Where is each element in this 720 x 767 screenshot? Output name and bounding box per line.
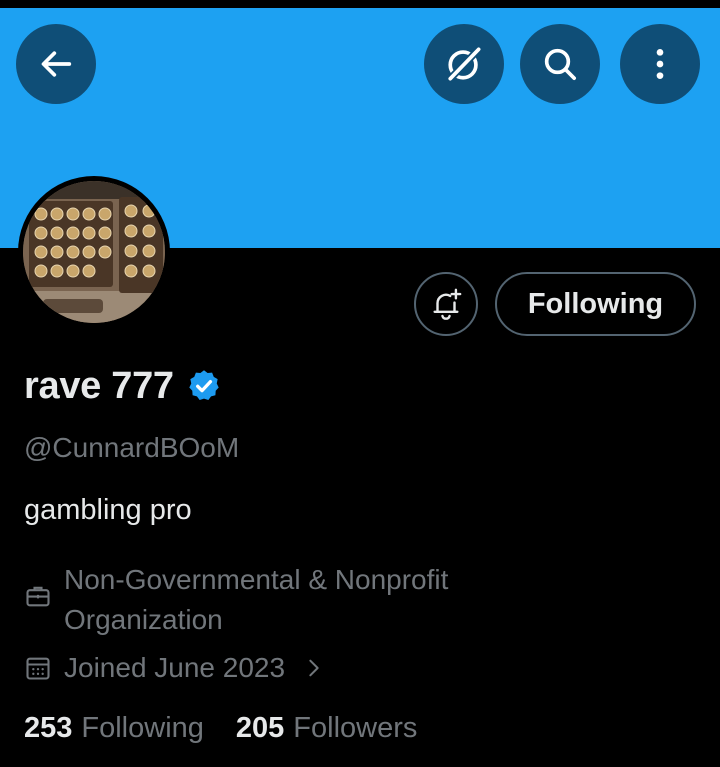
more-button[interactable] bbox=[620, 24, 700, 104]
following-count: 253 bbox=[24, 712, 73, 744]
verified-badge-icon[interactable] bbox=[186, 368, 222, 404]
profile-joined[interactable]: Joined June 2023 bbox=[24, 648, 325, 688]
bell-plus-icon bbox=[433, 288, 462, 320]
more-vertical-icon bbox=[656, 49, 664, 79]
following-count-label: Following bbox=[81, 712, 204, 744]
avatar-image bbox=[23, 181, 165, 323]
following-button[interactable]: Following bbox=[495, 272, 696, 336]
notifications-button[interactable] bbox=[414, 272, 478, 336]
back-button[interactable] bbox=[16, 24, 96, 104]
user-handle: @CunnardBOoM bbox=[24, 432, 240, 463]
followers-count-label: Followers bbox=[293, 712, 418, 744]
arrow-left-icon bbox=[41, 51, 72, 77]
category-text: Non-Governmental & Nonprofit Organizatio… bbox=[64, 564, 449, 635]
display-name-row: rave 777 bbox=[24, 362, 222, 410]
profile-bio: gambling pro bbox=[24, 494, 192, 526]
display-name: rave 777 bbox=[24, 364, 174, 407]
followers-count-link[interactable]: 205 Followers bbox=[236, 712, 417, 745]
search-icon bbox=[544, 48, 576, 80]
calendar-icon bbox=[26, 657, 50, 680]
avatar-frame[interactable] bbox=[18, 176, 170, 328]
grok-icon bbox=[448, 47, 481, 81]
profile-category: Non-Governmental & Nonprofit Organizatio… bbox=[24, 560, 534, 640]
follow-counts: 253 Following 205 Followers bbox=[24, 712, 449, 745]
grok-button[interactable] bbox=[424, 24, 504, 104]
joined-text: Joined June 2023 bbox=[64, 652, 286, 683]
followers-count: 205 bbox=[235, 712, 285, 744]
search-button[interactable] bbox=[520, 24, 600, 104]
chevron-right-icon bbox=[309, 659, 319, 677]
briefcase-icon bbox=[26, 586, 50, 607]
avatar[interactable] bbox=[23, 181, 165, 323]
status-strip bbox=[0, 0, 720, 8]
following-count-link[interactable]: 253 Following bbox=[24, 712, 204, 745]
